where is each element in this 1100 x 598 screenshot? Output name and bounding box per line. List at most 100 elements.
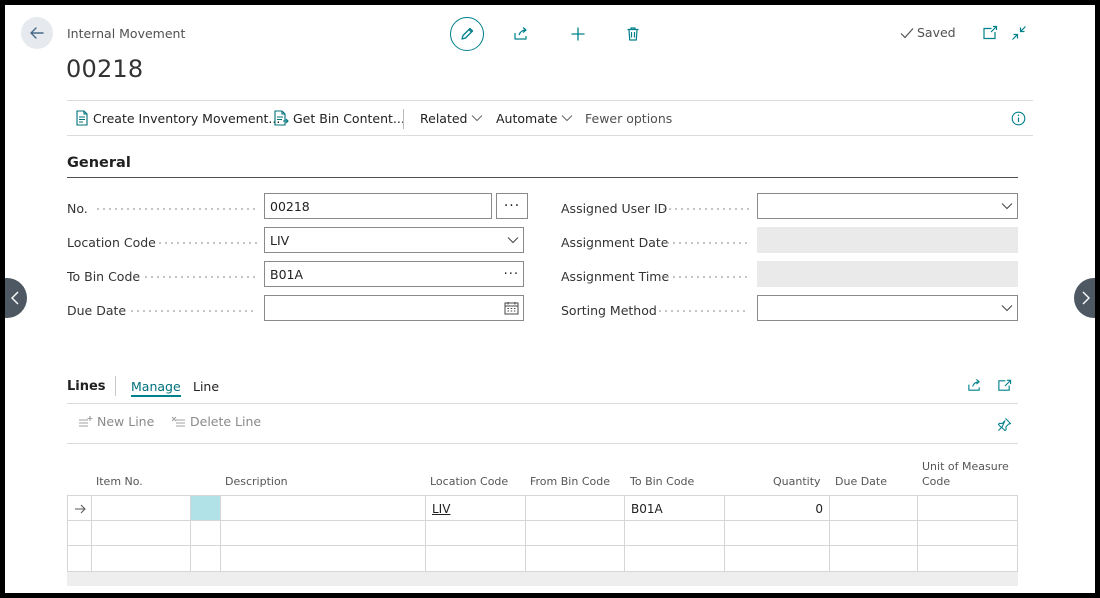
get-bin-content-button[interactable]: Get Bin Content... (273, 101, 405, 135)
arrow-left-icon (29, 25, 45, 41)
assignment-time-field (757, 261, 1018, 287)
tab-line[interactable]: Line (193, 379, 219, 394)
info-button[interactable] (1011, 101, 1026, 135)
chevron-right-icon (1081, 291, 1091, 305)
location-code-cell[interactable] (425, 546, 525, 571)
grid-footer (67, 571, 1018, 586)
to-bin-code-value: B01A (270, 266, 304, 282)
due-date-cell[interactable] (829, 546, 917, 571)
share-icon (513, 26, 529, 42)
back-button[interactable] (21, 17, 53, 49)
dot-leader (661, 208, 749, 210)
create-inventory-movement-label: Create Inventory Movement... (93, 110, 281, 126)
automate-menu[interactable]: Automate (496, 101, 573, 135)
tab-manage[interactable]: Manage (131, 379, 181, 397)
trash-icon (625, 26, 641, 42)
quantity-cell[interactable]: 0 (724, 496, 829, 521)
description-cell[interactable] (220, 546, 425, 571)
column-quantity[interactable]: Quantity (773, 474, 821, 489)
description-cell[interactable] (220, 521, 425, 546)
to-bin-code-cell[interactable]: B01A (624, 496, 724, 521)
no-value: 00218 (270, 198, 310, 214)
new-button[interactable] (567, 23, 589, 45)
lines-expand-button[interactable] (993, 374, 1015, 396)
pin-button[interactable] (993, 413, 1015, 435)
related-label: Related (420, 110, 468, 126)
row-action-cell[interactable] (190, 546, 220, 571)
row-action-cell[interactable] (190, 496, 220, 521)
delete-line-icon (171, 415, 186, 428)
item-no-cell[interactable] (91, 546, 190, 571)
unit-of-measure-cell[interactable] (917, 496, 1018, 521)
ellipsis-icon[interactable]: ··· (504, 262, 519, 286)
from-bin-code-cell[interactable] (525, 546, 625, 571)
open-in-new-window-icon (982, 25, 998, 41)
assigned-user-id-label: Assigned User ID (561, 200, 668, 216)
item-no-cell[interactable] (91, 521, 190, 546)
create-inventory-movement-button[interactable]: Create Inventory Movement... (75, 101, 280, 135)
chevron-down-icon (471, 114, 483, 122)
row-indicator[interactable] (67, 496, 91, 521)
previous-record-button[interactable] (5, 278, 27, 318)
no-assist-button[interactable]: ··· (496, 193, 528, 219)
column-from-bin-code[interactable]: From Bin Code (530, 474, 610, 489)
related-menu[interactable]: Related (420, 101, 483, 135)
open-new-window-button[interactable] (979, 22, 1001, 44)
column-description[interactable]: Description (225, 474, 288, 489)
dot-leader (657, 310, 749, 312)
delete-line-button[interactable]: Delete Line (171, 414, 261, 429)
lines-separator (115, 376, 116, 396)
share-button[interactable] (510, 23, 532, 45)
location-code-cell[interactable]: LIV (425, 496, 525, 521)
to-bin-code-field[interactable]: B01A ··· (264, 261, 524, 287)
table-row[interactable] (67, 520, 1018, 546)
from-bin-code-cell[interactable] (525, 496, 625, 521)
quantity-cell[interactable] (724, 521, 829, 546)
sorting-method-select[interactable] (757, 295, 1018, 321)
description-cell[interactable] (220, 496, 425, 521)
general-section-divider (67, 177, 1018, 178)
action-separator (403, 109, 404, 129)
next-record-button[interactable] (1074, 278, 1095, 318)
to-bin-code-cell[interactable] (624, 546, 724, 571)
item-no-cell[interactable] (91, 496, 190, 521)
column-item-no[interactable]: Item No. (96, 474, 143, 489)
delete-button[interactable] (622, 23, 644, 45)
location-code-select[interactable]: LIV (264, 227, 524, 253)
due-date-cell[interactable] (829, 496, 917, 521)
collapse-icon (1011, 25, 1027, 41)
document-icon (75, 110, 89, 126)
unit-of-measure-cell[interactable] (917, 546, 1018, 571)
due-date-field[interactable] (264, 295, 524, 321)
column-to-bin-code[interactable]: To Bin Code (630, 474, 694, 489)
fewer-options-button[interactable]: Fewer options (585, 101, 672, 135)
row-indicator[interactable] (67, 546, 91, 571)
from-bin-code-cell[interactable] (525, 521, 625, 546)
unit-of-measure-cell[interactable] (917, 521, 1018, 546)
edit-button[interactable] (450, 17, 484, 51)
delete-line-label: Delete Line (190, 414, 262, 429)
column-location-code[interactable]: Location Code (430, 474, 508, 489)
column-unit-of-measure[interactable]: Unit of Measure Code (922, 459, 1009, 489)
row-indicator[interactable] (67, 521, 91, 546)
calendar-icon[interactable] (504, 296, 519, 320)
column-due-date[interactable]: Due Date (835, 474, 887, 489)
to-bin-code-cell[interactable] (624, 521, 724, 546)
no-field[interactable]: 00218 (264, 193, 492, 219)
pin-icon (997, 417, 1012, 432)
collapse-button[interactable] (1008, 22, 1030, 44)
new-line-button[interactable]: New Line (78, 414, 154, 429)
saved-status: Saved (900, 25, 956, 40)
location-code-cell[interactable] (425, 521, 525, 546)
new-line-label: New Line (97, 414, 155, 429)
assigned-user-id-select[interactable] (757, 193, 1018, 219)
row-action-cell[interactable] (190, 521, 220, 546)
page-title: 00218 (66, 55, 144, 83)
lines-share-button[interactable] (963, 374, 985, 396)
table-row[interactable]: LIV B01A 0 (67, 495, 1018, 521)
quantity-cell[interactable] (724, 546, 829, 571)
table-row[interactable] (67, 545, 1018, 571)
share-icon (967, 378, 982, 393)
assignment-time-label: Assignment Time (561, 268, 670, 284)
due-date-cell[interactable] (829, 521, 917, 546)
